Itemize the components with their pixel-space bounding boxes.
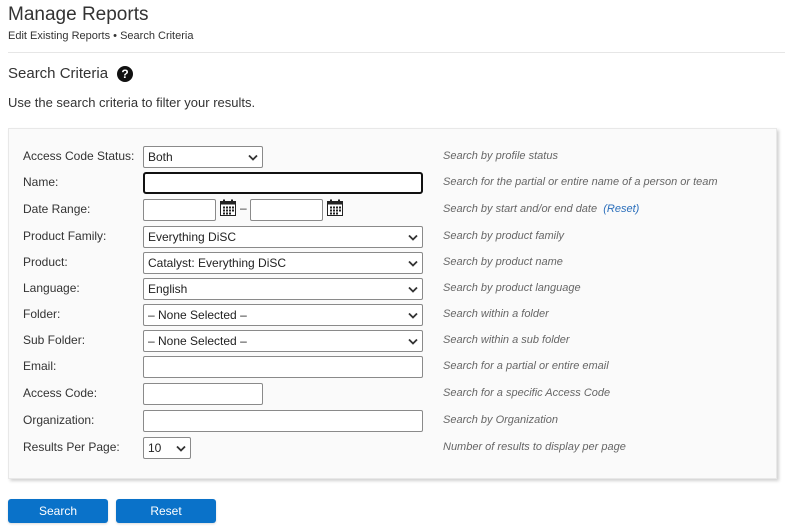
- name-input[interactable]: [143, 172, 423, 194]
- email-hint: Search for a partial or entire email: [443, 360, 609, 372]
- chevron-down-icon: [404, 305, 422, 325]
- chevron-down-icon: [172, 438, 190, 458]
- language-hint: Search by product language: [443, 282, 581, 294]
- language-label: Language:: [23, 281, 80, 295]
- sub-folder-value: – None Selected –: [148, 334, 247, 348]
- organization-label: Organization:: [23, 413, 95, 427]
- date-range-reset-link[interactable]: (Reset): [603, 203, 639, 215]
- page: Manage Reports Edit Existing Reports • S…: [0, 0, 785, 529]
- row-access-code: Access Code: Search for a specific Acces…: [9, 383, 776, 405]
- row-language: Language: English Search by product lang…: [9, 278, 776, 300]
- breadcrumb-separator: •: [113, 30, 118, 42]
- row-results-per-page: Results Per Page: 10 Number of results t…: [9, 437, 776, 459]
- date-range-hint: Search by start and/or end date (Reset): [443, 203, 639, 215]
- access-code-status-label: Access Code Status:: [23, 149, 135, 163]
- search-criteria-panel: Access Code Status: Both Search by profi…: [8, 128, 777, 479]
- organization-input[interactable]: [143, 410, 423, 432]
- results-per-page-hint: Number of results to display per page: [443, 441, 626, 453]
- email-input[interactable]: [143, 356, 423, 378]
- row-organization: Organization: Search by Organization: [9, 410, 776, 432]
- sub-folder-select[interactable]: – None Selected –: [143, 330, 423, 352]
- header-divider: [8, 52, 785, 53]
- language-value: English: [148, 282, 188, 296]
- product-select[interactable]: Catalyst: Everything DiSC: [143, 252, 423, 274]
- date-range-hint-text: Search by start and/or end date: [443, 203, 598, 215]
- section-title-text: Search Criteria: [8, 65, 109, 82]
- access-code-status-hint: Search by profile status: [443, 150, 558, 162]
- sub-folder-hint: Search within a sub folder: [443, 334, 570, 346]
- chevron-down-icon: [244, 147, 262, 167]
- page-title: Manage Reports: [8, 4, 149, 25]
- folder-label: Folder:: [23, 307, 61, 321]
- date-range-label: Date Range:: [23, 202, 91, 216]
- chevron-down-icon: [404, 227, 422, 247]
- organization-hint: Search by Organization: [443, 414, 558, 426]
- date-range-start-input[interactable]: [143, 199, 216, 221]
- product-family-value: Everything DiSC: [148, 230, 237, 244]
- search-button[interactable]: Search: [8, 499, 108, 523]
- breadcrumb: Edit Existing Reports • Search Criteria: [8, 30, 193, 42]
- access-code-status-value: Both: [148, 150, 173, 164]
- calendar-icon[interactable]: [220, 199, 236, 216]
- product-hint: Search by product name: [443, 256, 563, 268]
- row-name: Name: Search for the partial or entire n…: [9, 172, 776, 194]
- breadcrumb-item-search-criteria: Search Criteria: [120, 30, 194, 42]
- access-code-hint: Search for a specific Access Code: [443, 387, 611, 399]
- row-date-range: Date Range: – Search by start and/or end…: [9, 199, 776, 221]
- date-range-end-input[interactable]: [250, 199, 323, 221]
- name-label: Name:: [23, 175, 59, 189]
- folder-hint: Search within a folder: [443, 308, 549, 320]
- access-code-label: Access Code:: [23, 386, 98, 400]
- chevron-down-icon: [404, 331, 422, 351]
- row-sub-folder: Sub Folder: – None Selected – Search wit…: [9, 330, 776, 352]
- chevron-down-icon: [404, 279, 422, 299]
- section-title: Search Criteria ?: [8, 65, 134, 82]
- row-product: Product: Catalyst: Everything DiSC Searc…: [9, 252, 776, 274]
- name-hint: Search for the partial or entire name of…: [443, 176, 718, 188]
- date-range-separator: –: [240, 201, 247, 215]
- product-family-select[interactable]: Everything DiSC: [143, 226, 423, 248]
- row-access-code-status: Access Code Status: Both Search by profi…: [9, 146, 776, 168]
- results-per-page-label: Results Per Page:: [23, 440, 120, 454]
- reset-button[interactable]: Reset: [116, 499, 216, 523]
- question-circle-icon[interactable]: ?: [117, 65, 134, 82]
- breadcrumb-item-edit-existing-reports[interactable]: Edit Existing Reports: [8, 30, 110, 42]
- sub-folder-label: Sub Folder:: [23, 333, 86, 347]
- row-email: Email: Search for a partial or entire em…: [9, 356, 776, 378]
- folder-value: – None Selected –: [148, 308, 247, 322]
- product-value: Catalyst: Everything DiSC: [148, 256, 287, 270]
- section-description: Use the search criteria to filter your r…: [8, 95, 256, 110]
- language-select[interactable]: English: [143, 278, 423, 300]
- calendar-icon[interactable]: [327, 199, 343, 216]
- row-folder: Folder: – None Selected – Search within …: [9, 304, 776, 326]
- access-code-status-select[interactable]: Both: [143, 146, 263, 168]
- results-per-page-select[interactable]: 10: [143, 437, 191, 459]
- chevron-down-icon: [404, 253, 422, 273]
- access-code-input[interactable]: [143, 383, 263, 405]
- row-product-family: Product Family: Everything DiSC Search b…: [9, 226, 776, 248]
- product-family-hint: Search by product family: [443, 230, 565, 242]
- product-family-label: Product Family:: [23, 229, 107, 243]
- product-label: Product:: [23, 255, 68, 269]
- email-label: Email:: [23, 359, 57, 373]
- folder-select[interactable]: – None Selected –: [143, 304, 423, 326]
- results-per-page-value: 10: [148, 441, 162, 455]
